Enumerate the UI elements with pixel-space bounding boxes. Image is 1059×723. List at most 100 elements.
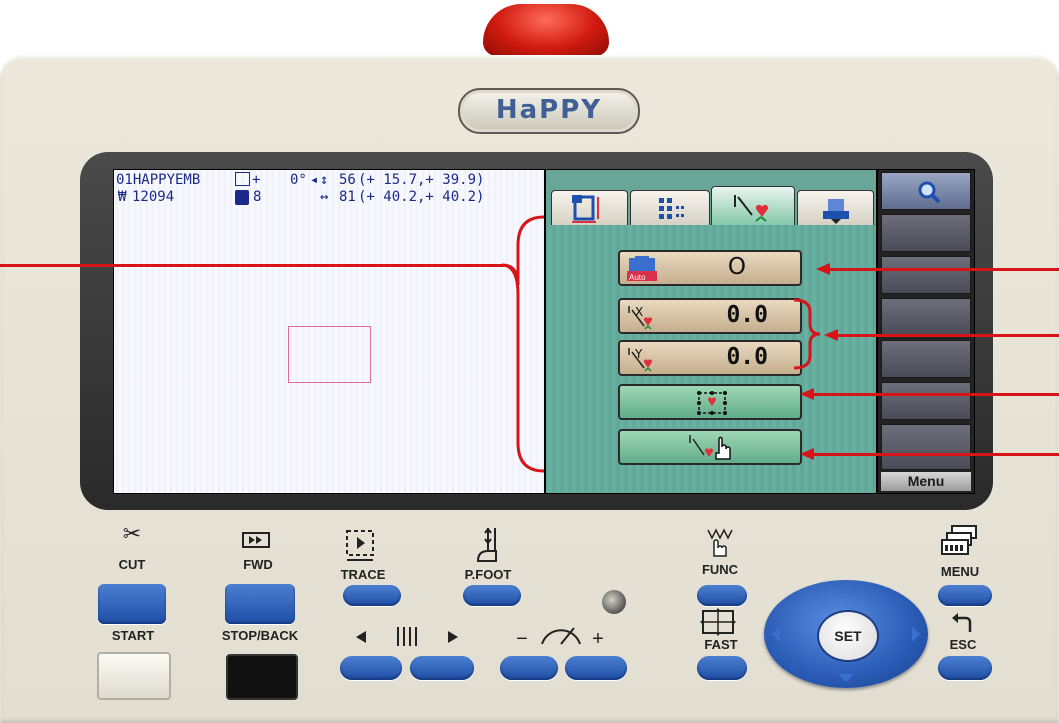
start-button[interactable] [97,652,171,700]
annotation-line-grid-point [814,393,1059,396]
esc-icon [952,613,972,632]
stitch-count-icon: ₩ [118,189,127,205]
tab-frame-down[interactable] [797,190,874,226]
func-button[interactable] [697,585,747,606]
search-button[interactable] [881,172,971,210]
annotation-line-offset [838,334,1059,337]
annotation-line-auto-origin [830,268,1059,271]
svg-text:X: X [635,305,643,319]
start-label: START [111,628,155,643]
side-button-4[interactable] [881,298,971,336]
start-point-mark: + [252,172,261,188]
color-count-icon [235,190,249,205]
emergency-stop-button[interactable] [483,4,609,56]
side-button-6[interactable] [881,382,971,420]
forward-icon [242,532,270,548]
annotation-arrow-grid-point [800,388,814,400]
design-view: 01HAPPYEMB ₩ 12094 + 8 0° ◂ ↕ ↔ 56 (+ 15… [114,170,544,493]
rotation-icon: ◂ [310,172,319,188]
design-name: 01HAPPYEMB [116,172,201,188]
scissors-icon: ✂ [122,521,142,546]
offset-x-value: 0.0 [726,302,768,328]
offset-y-button[interactable]: Y 0.0 [618,340,802,376]
trace-button[interactable] [343,585,401,606]
color-count: 8 [253,189,262,205]
arrow-down-icon[interactable] [838,674,854,682]
auto-origin-button[interactable]: Auto O [618,250,802,286]
design-width-range: (+ 40.2,+ 40.2) [358,189,485,205]
rotation-angle: 0° [290,172,307,188]
needle-left-button[interactable] [340,656,402,680]
annotation-line-manual-offset [814,453,1059,456]
tab-needle-offset[interactable] [711,186,795,227]
arrow-up-icon[interactable] [838,586,854,594]
trace-label: TRACE [340,567,386,582]
speed-up-button[interactable] [565,656,627,680]
start-point-icon [235,172,250,186]
design-height: 56 [339,172,356,188]
stop-back-button[interactable] [226,654,298,700]
auto-origin-icon: Auto [627,256,657,282]
offset-y-icon: Y [628,347,653,372]
manual-offset-button[interactable] [618,429,802,465]
fast-button[interactable] [697,656,747,680]
stitch-count: 12094 [132,189,175,205]
annotation-brace-offset [793,298,821,370]
side-button-5[interactable] [881,340,971,378]
side-button-2[interactable] [881,214,971,252]
offset-x-button[interactable]: X 0.0 [618,298,802,334]
width-icon: ↔ [320,189,329,205]
fwd-button[interactable] [225,584,295,624]
frame-down-icon [823,199,849,224]
presser-foot-icon [476,527,497,562]
grid-point-button[interactable] [618,384,802,420]
tab-grid[interactable] [630,190,710,226]
trace-icon [346,530,374,561]
menu-label: MENU [940,564,980,579]
set-button[interactable]: SET [817,610,879,662]
annotation-arrow-auto-origin [816,263,830,275]
search-icon [918,181,941,204]
needle-select-icon [356,627,458,646]
fwd-label: FWD [243,557,273,572]
auto-origin-value: O [727,254,746,280]
function-tab-bar [546,170,876,227]
tab-frame-size[interactable] [551,190,628,226]
fast-icon [700,608,736,636]
design-boundary-box [288,326,371,383]
func-label: FUNC [701,562,739,577]
design-height-range: (+ 15.7,+ 39.9) [358,172,485,188]
stop-back-label: STOP/BACK [221,628,299,643]
annotation-arrow-offset [824,329,838,341]
menu-button[interactable] [938,585,992,606]
direction-pad[interactable]: SET [764,580,928,688]
set-label: SET [834,628,862,644]
menu-softkey[interactable]: Menu [881,472,971,491]
annotation-arrow-manual-offset [800,448,814,460]
offset-x-icon: X [628,305,653,330]
function-icon [707,528,733,557]
fast-label: FAST [704,637,738,652]
side-button-3[interactable] [881,256,971,294]
menu-icon [941,525,977,555]
pfoot-label: P.FOOT [464,567,512,582]
pfoot-button[interactable] [463,585,521,606]
annotation-brace [501,215,545,473]
arrow-left-icon[interactable] [772,626,780,642]
height-icon: ↕ [320,172,329,188]
needle-right-button[interactable] [410,656,474,680]
speed-down-button[interactable] [500,656,558,680]
speed-minus-label: − [516,628,528,650]
brand-logo-text: HaPPY [495,95,603,125]
needle-offset-icon [734,195,769,222]
arrow-right-icon[interactable] [912,626,920,642]
grid-icon [659,198,684,219]
svg-text:Y: Y [634,347,643,361]
cut-button[interactable] [98,584,166,624]
side-button-7[interactable] [881,424,971,470]
screen-sidebar: Menu [878,170,974,493]
esc-button[interactable] [938,656,992,680]
annotation-line-left [0,264,505,267]
speed-gauge-icon [541,627,581,645]
esc-label: ESC [949,637,977,652]
